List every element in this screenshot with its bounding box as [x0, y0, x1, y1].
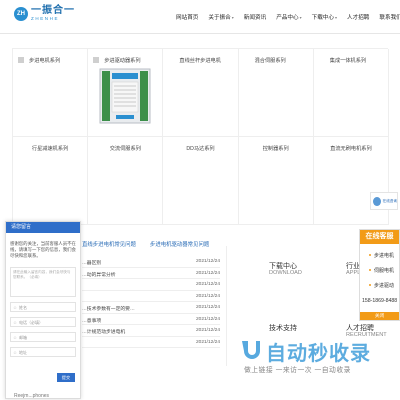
watermark-text: 自动秒收录	[266, 343, 371, 365]
category-card[interactable]: 混合伺服系列	[238, 49, 314, 137]
news-date: 2021/12/24	[195, 270, 220, 276]
email-field[interactable]: 邮箱	[10, 332, 76, 342]
message-widget-notice: 感谢您的关注，当前客服人员不在线，请填写一下您的信息，我们会尽快和您联系。	[10, 241, 76, 258]
address-field[interactable]: 地址	[10, 347, 76, 357]
close-panel-button[interactable]: 关闭	[360, 312, 399, 320]
service-panel-title: 在线客服	[360, 230, 399, 244]
message-widget-title: 请您留言	[6, 222, 80, 233]
stepper-driver-image	[99, 68, 151, 124]
category-label: 直线丝杆步进电机	[179, 58, 221, 64]
watermark-logo-icon	[242, 341, 260, 359]
news-tabs: 直线步进电机常见问题 步进电机驱动器常见问题	[82, 240, 223, 248]
news-item[interactable]: …计规范动步进电机 2021/12/24	[82, 325, 220, 337]
customer-service-panel: 在线客服 步进电机 伺服电机 步进驱动 158-1869-8488 关闭	[359, 229, 400, 321]
news-date: 2021/12/24	[195, 339, 220, 345]
logo-mark: ZH	[14, 6, 28, 21]
footer-hint: Reejm...phones	[14, 393, 50, 399]
logo-text: 一振合一 ZHENHE	[31, 6, 75, 22]
category-label: 步进驱动器系列	[104, 58, 141, 64]
news-title: …技术参数有一定的要…	[82, 307, 135, 312]
news-date: 2021/12/24	[195, 316, 220, 322]
news-item[interactable]: 2021/12/24	[82, 279, 220, 291]
category-card[interactable]: 控制器系列	[238, 137, 314, 225]
category-card[interactable]: 交流伺服系列	[88, 137, 164, 225]
service-item[interactable]: 伺服电机	[369, 267, 399, 274]
column-divider	[226, 246, 227, 366]
logo-en: ZHENHE	[31, 16, 60, 21]
message-widget: 请您留言 感谢您的关注，当前客服人员不在线，请填写一下您的信息，我们会尽快和您联…	[5, 221, 81, 399]
news-list: …器区别 2021/12/24 …动的异常分析 2021/12/24 2021/12…	[82, 256, 220, 348]
news-item[interactable]: 2021/12/24	[82, 337, 220, 348]
submit-button[interactable]: 提交	[57, 373, 75, 382]
brand-logo[interactable]: ZH 一振合一 ZHENHE	[14, 6, 75, 22]
category-label: 步进电机系列	[29, 58, 61, 64]
download-subheading: DOWNLOAD	[269, 270, 302, 276]
category-card[interactable]: DD马达系列	[163, 137, 239, 225]
news-date: 2021/12/24	[195, 305, 220, 310]
category-label: 集成一体机系列	[329, 58, 367, 64]
online-consult-button[interactable]: 在线咨询	[370, 192, 398, 210]
category-label: 行星减速机系列	[31, 146, 69, 152]
message-textarea[interactable]: 请在此输入留言内容，我们会尽快与您联系。（必填）	[10, 267, 76, 297]
service-phone: 158-1869-8488	[362, 298, 398, 304]
news-item[interactable]: …意事项 2021/12/24	[82, 314, 220, 325]
tab-driver-faq[interactable]: 步进电机驱动器常见问题	[150, 240, 209, 248]
category-label: 混合伺服系列	[254, 58, 286, 64]
news-date: 2021/12/24	[195, 259, 220, 264]
tab-linear-stepper-faq[interactable]: 直线步进电机常见问题	[82, 240, 136, 248]
nav-downloads[interactable]: 下载中心	[312, 13, 337, 21]
watermark-subtext: 做上链接 一来访一次 一自动收录	[244, 367, 351, 374]
nav-news[interactable]: 新闻资讯	[244, 13, 266, 21]
agent-avatar-icon	[373, 196, 381, 206]
nav-contact[interactable]: 联系我们	[379, 13, 400, 21]
category-card[interactable]: 集成一体机系列	[313, 49, 389, 137]
news-date: 2021/12/24	[195, 328, 220, 333]
category-card[interactable]: 步进驱动器系列	[88, 49, 164, 137]
site-header: ZH 一振合一 ZHENHE 网站首页 关于振合 新闻资讯 产品中心 下载中心 …	[0, 0, 400, 34]
news-title: …计规范动步进电机	[82, 330, 126, 335]
product-category-grid: 步进电机系列 步进驱动器系列 直线丝杆步进电机 混合伺服系列 集成一体机系列 行…	[12, 48, 389, 225]
news-item[interactable]: …器区别 2021/12/24	[82, 256, 220, 268]
news-title: …器区别	[82, 261, 102, 266]
news-title: …意事项	[82, 318, 102, 324]
category-label: DD马达系列	[186, 146, 215, 152]
online-consult-label: 在线咨询	[382, 198, 397, 203]
news-item[interactable]: …动的异常分析 2021/12/24	[82, 268, 220, 279]
news-item[interactable]: 2021/12/24	[82, 291, 220, 302]
news-date: 2021/12/24	[195, 293, 220, 299]
nav-home[interactable]: 网站首页	[176, 13, 198, 21]
service-item[interactable]: 步进电机	[369, 252, 399, 259]
phone-field[interactable]: 电话（必填）	[10, 317, 76, 327]
news-date: 2021/12/24	[195, 282, 220, 287]
category-label: 控制器系列	[262, 146, 289, 152]
category-card[interactable]: 直线丝杆步进电机	[163, 49, 239, 137]
nav-products[interactable]: 产品中心	[276, 13, 301, 21]
main-nav: 网站首页 关于振合 新闻资讯 产品中心 下载中心 人才招聘 联系我们	[176, 13, 400, 21]
news-item[interactable]: …技术参数有一定的要… 2021/12/24	[82, 302, 220, 314]
nav-careers[interactable]: 人才招聘	[347, 13, 369, 21]
watermark: 自动秒收录 做上链接 一来访一次 一自动收录	[238, 337, 398, 379]
service-item[interactable]: 步进驱动	[369, 282, 399, 289]
category-card[interactable]: 行星减速机系列	[13, 137, 89, 225]
category-label: 交流伺服系列	[109, 146, 141, 152]
nav-about[interactable]: 关于振合	[208, 13, 233, 21]
name-field[interactable]: 姓名	[10, 302, 76, 312]
logo-cn: 一振合一	[31, 5, 75, 16]
category-card[interactable]: 直流无刷电机系列	[313, 137, 389, 225]
news-title: …动的异常分析	[82, 272, 116, 278]
tech-support-heading[interactable]: 技术支持	[269, 323, 297, 333]
category-card[interactable]: 步进电机系列	[13, 49, 89, 137]
category-label: 直流无刷电机系列	[330, 146, 372, 152]
